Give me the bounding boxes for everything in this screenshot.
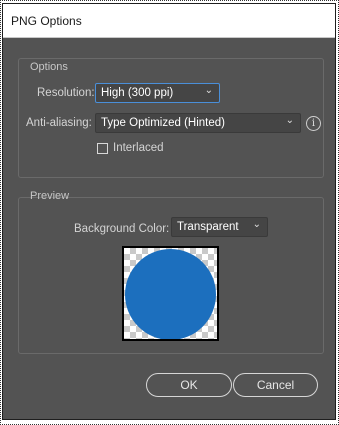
chevron-down-icon: ⌄ [204, 85, 213, 96]
anti-aliasing-select[interactable]: Type Optimized (Hinted) ⌄ [95, 113, 301, 133]
info-icon[interactable]: i [306, 116, 321, 131]
chevron-down-icon: ⌄ [285, 115, 294, 126]
resolution-label: Resolution: [37, 87, 95, 99]
preview-group-label: Preview [30, 190, 70, 202]
resolution-value: High (300 ppi) [101, 87, 174, 99]
background-color-label: Background Color: [74, 223, 170, 235]
title-bar: PNG Options [3, 4, 335, 38]
options-group-label: Options [30, 61, 68, 73]
preview-circle [125, 249, 216, 339]
resolution-select[interactable]: High (300 ppi) ⌄ [95, 83, 220, 103]
preview-swatch [122, 246, 219, 341]
chevron-down-icon: ⌄ [252, 219, 261, 230]
dialog-title: PNG Options [11, 14, 82, 28]
background-color-select[interactable]: Transparent ⌄ [171, 217, 268, 237]
anti-aliasing-label: Anti-aliasing: [26, 117, 92, 129]
ok-button[interactable]: OK [146, 373, 232, 397]
png-options-dialog: PNG Options Options Resolution: High (30… [2, 3, 336, 420]
cancel-button[interactable]: Cancel [233, 373, 318, 397]
anti-aliasing-value: Type Optimized (Hinted) [101, 117, 225, 129]
interlaced-label[interactable]: Interlaced [113, 142, 164, 154]
background-color-value: Transparent [177, 221, 239, 233]
interlaced-checkbox[interactable] [97, 143, 108, 154]
